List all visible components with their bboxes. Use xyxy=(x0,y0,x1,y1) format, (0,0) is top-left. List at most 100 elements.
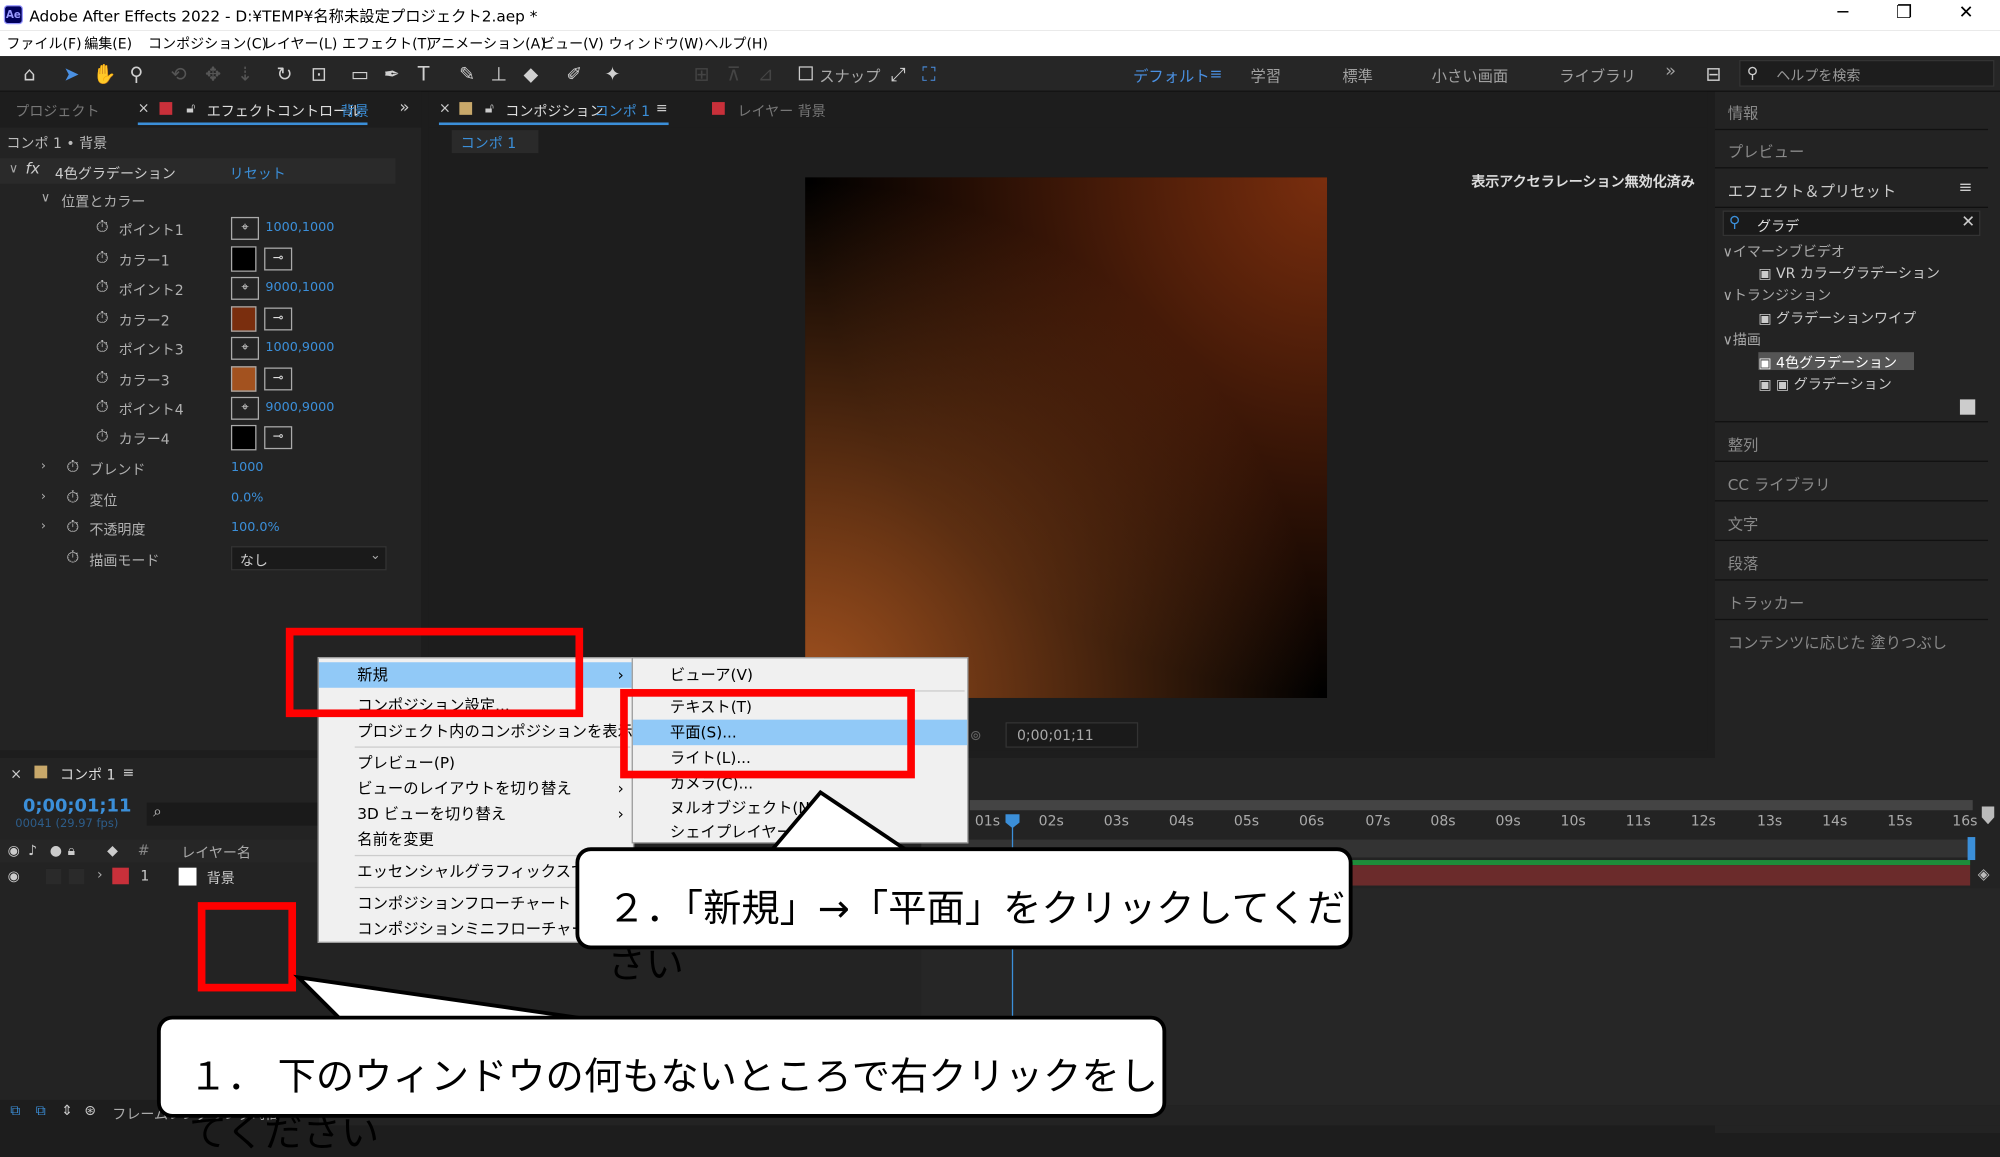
eraser-tool-icon[interactable]: ◆ xyxy=(518,61,544,87)
comp-subtab[interactable]: コンポ 1 xyxy=(451,130,539,154)
stopwatch-icon[interactable]: ⏱ xyxy=(96,278,109,297)
hand-tool-icon[interactable]: ✋ xyxy=(92,61,118,87)
stopwatch-icon[interactable]: ⏱ xyxy=(66,549,79,568)
dolly-tool-icon[interactable]: ⇣ xyxy=(232,61,258,87)
menu-item-rename[interactable]: 名前を変更 xyxy=(357,827,434,853)
menu-item-flowchart[interactable]: コンポジションフローチャート xyxy=(357,891,571,917)
rectangle-tool-icon[interactable]: ▭ xyxy=(347,61,373,87)
snap-target-icon[interactable]: ⛶ xyxy=(916,61,942,87)
motion-blur-icon[interactable]: ⊛ xyxy=(84,1102,96,1119)
color1-swatch[interactable] xyxy=(230,246,257,272)
eye-icon[interactable]: ◉ xyxy=(8,868,20,885)
tab-effect-target[interactable]: 背景 xyxy=(341,101,369,121)
tree-category[interactable]: ∨トランジション xyxy=(1723,285,1832,305)
composition-viewer[interactable] xyxy=(805,177,1328,698)
chevron-down-icon[interactable]: ∨ xyxy=(9,162,18,176)
layer-switches-icon[interactable]: ⧉ xyxy=(36,1102,46,1120)
puppet-pin-icon[interactable]: ✦ xyxy=(600,61,626,87)
close-button[interactable]: ✕ xyxy=(1959,3,1974,23)
effects-search-input[interactable]: ⚲ グラデ ✕ xyxy=(1722,210,1981,237)
blend-value[interactable]: 1000 xyxy=(231,461,263,475)
chevron-right-icon[interactable]: › xyxy=(41,459,46,473)
new-bin-icon[interactable] xyxy=(1959,399,1976,415)
stopwatch-icon[interactable]: ⏱ xyxy=(96,369,109,388)
panel-menu-icon[interactable]: ≡ xyxy=(656,100,668,117)
work-area-end-handle[interactable] xyxy=(1967,837,1976,861)
submenu-item-viewer[interactable]: ビューア(V) xyxy=(670,662,753,688)
audio-icon[interactable]: ♪ xyxy=(28,842,37,859)
menu-edit[interactable]: 編集(E) xyxy=(84,33,132,53)
work-area-bar[interactable] xyxy=(969,800,1973,811)
composition-mini-icon[interactable]: ⧉ xyxy=(10,1102,20,1120)
layer-name[interactable]: 背景 xyxy=(207,868,235,888)
layer-row[interactable]: ◉ › 1 背景 xyxy=(0,865,319,888)
eyedropper-icon[interactable]: ⊸ xyxy=(264,247,293,271)
keyframe-nav-icon[interactable]: ◈ xyxy=(1978,865,1990,883)
lock-icon[interactable]: 🔒︎ xyxy=(68,842,75,860)
preview-panel[interactable]: プレビュー xyxy=(1728,140,1805,162)
workspace-overflow[interactable]: » xyxy=(1665,61,1676,81)
crosshair-icon[interactable]: ⌖ xyxy=(230,276,260,300)
tree-item[interactable]: ▣ ▣ グラデーション xyxy=(1758,374,1891,394)
tree-category[interactable]: ∨イマーシブビデオ xyxy=(1723,241,1845,261)
stopwatch-icon[interactable]: ⏱ xyxy=(96,427,109,446)
paragraph-panel[interactable]: 段落 xyxy=(1728,553,1759,575)
transfer-controls-icon[interactable]: ⇕ xyxy=(61,1102,73,1119)
eye-icon[interactable]: ◉ xyxy=(8,842,20,859)
layer-label-color[interactable] xyxy=(112,867,129,885)
snap-checkbox[interactable] xyxy=(798,66,813,81)
menu-animation[interactable]: アニメーション(A) xyxy=(427,33,545,53)
home-icon[interactable]: ⌂ xyxy=(17,61,43,87)
rotate-tool-icon[interactable]: ↻ xyxy=(272,61,298,87)
solo-icon[interactable]: ● xyxy=(50,842,62,859)
menu-item-reveal-comp[interactable]: プロジェクト内のコンポジションを表示 xyxy=(357,718,633,744)
blend-mode-select[interactable]: なし ⌄ xyxy=(230,546,387,571)
viewer-timecode[interactable]: 0;00;01;11 xyxy=(1005,722,1139,748)
tree-item-selected[interactable]: ▣ 4色グラデーション xyxy=(1758,352,1914,371)
panel-overflow[interactable]: » xyxy=(399,98,409,117)
point2-value[interactable]: 9000,1000 xyxy=(265,281,334,295)
menu-window[interactable]: ウィンドウ(W) xyxy=(609,33,704,53)
brush-tool-icon[interactable]: ✎ xyxy=(454,61,480,87)
stopwatch-icon[interactable]: ⏱ xyxy=(96,338,109,357)
menu-item-switch-3d-view[interactable]: 3D ビューを切り替え › xyxy=(357,801,633,827)
workspace-standard[interactable]: 標準 xyxy=(1342,65,1373,87)
info-panel[interactable]: 情報 xyxy=(1728,102,1759,124)
chevron-down-icon[interactable]: ∨ xyxy=(41,191,50,205)
lock-icon[interactable]: 🔓︎ xyxy=(186,100,195,118)
close-tab-icon[interactable]: × xyxy=(138,100,150,117)
stopwatch-icon[interactable]: ⏱ xyxy=(66,458,79,477)
menu-help[interactable]: ヘルプ(H) xyxy=(704,33,768,53)
maximize-button[interactable]: ❐ xyxy=(1896,3,1912,23)
stopwatch-icon[interactable]: ⏱ xyxy=(66,489,79,508)
text-tool-icon[interactable]: T xyxy=(411,61,437,87)
tab-project[interactable]: プロジェクト xyxy=(15,101,99,121)
stopwatch-icon[interactable]: ⏱ xyxy=(96,398,109,417)
workspace-small-screen[interactable]: 小さい画面 xyxy=(1432,65,1509,87)
column-layer-name[interactable]: レイヤー名 xyxy=(181,842,251,862)
axis-world-icon[interactable]: ⊼ xyxy=(721,61,747,87)
chevron-right-icon[interactable]: › xyxy=(41,519,46,533)
camera-icon[interactable]: ⊚ xyxy=(970,727,982,744)
jitter-value[interactable]: 0.0% xyxy=(231,491,263,505)
color4-swatch[interactable] xyxy=(230,424,257,451)
lock-icon[interactable]: 🔓︎ xyxy=(485,100,494,118)
align-panel[interactable]: 整列 xyxy=(1728,434,1759,456)
opacity-value[interactable]: 100.0% xyxy=(231,521,280,535)
workspace-library[interactable]: ライブラリ xyxy=(1559,65,1636,87)
chevron-right-icon[interactable]: › xyxy=(97,866,103,883)
eyedropper-icon[interactable]: ⊸ xyxy=(264,367,293,391)
stopwatch-icon[interactable]: ⏱ xyxy=(96,218,109,237)
cc-libraries-panel[interactable]: CC ライブラリ xyxy=(1728,473,1831,495)
tree-item[interactable]: ▣ グラデーションワイプ xyxy=(1758,308,1916,328)
eyedropper-icon[interactable]: ⊸ xyxy=(264,426,293,450)
crosshair-icon[interactable]: ⌖ xyxy=(230,396,260,420)
panel-menu-icon[interactable]: ≡ xyxy=(1959,179,1973,198)
close-tab-icon[interactable]: × xyxy=(439,100,451,117)
label-tag-icon[interactable]: ◆ xyxy=(107,842,118,859)
menu-item-preview[interactable]: プレビュー(P) xyxy=(357,750,455,776)
crosshair-icon[interactable]: ⌖ xyxy=(230,336,260,360)
orbit-tool-icon[interactable]: ⟲ xyxy=(166,61,192,87)
chevron-right-icon[interactable]: › xyxy=(41,490,46,504)
menu-composition[interactable]: コンポジション(C) xyxy=(148,33,267,53)
